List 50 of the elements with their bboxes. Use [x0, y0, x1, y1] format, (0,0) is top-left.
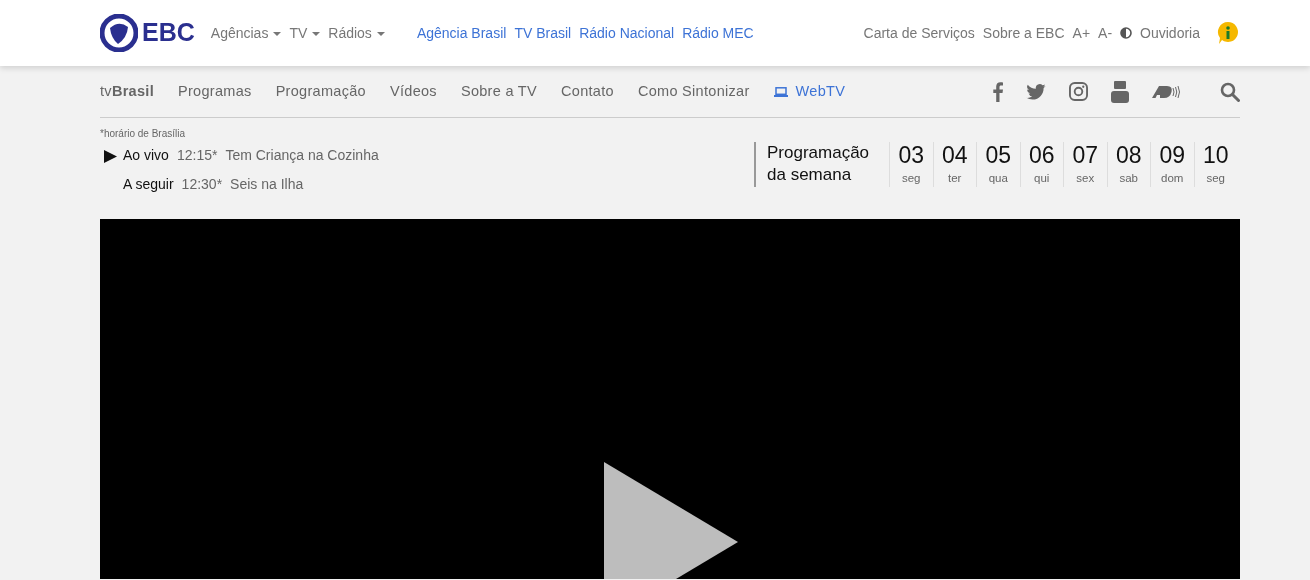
dropdown-menu-link[interactable]: TV — [289, 22, 321, 44]
header-link[interactable]: Carta de Serviços — [863, 22, 975, 44]
dropdown-menu-link[interactable]: Agências — [210, 22, 282, 44]
video-player[interactable] — [100, 219, 1240, 579]
play-icon[interactable] — [104, 149, 117, 163]
header-link[interactable]: Ouvidoria — [1140, 22, 1200, 44]
dropdown-menu-link[interactable]: Rádios — [328, 22, 385, 44]
site-link[interactable]: Rádio Nacional — [579, 22, 675, 44]
nav-link[interactable]: Como Sintonizar — [637, 80, 750, 103]
day-link[interactable]: 10 seg — [1193, 142, 1237, 187]
site-link[interactable]: Agência Brasil — [416, 22, 507, 44]
program-time: 12:15* — [176, 146, 218, 165]
nav-link[interactable]: Contato — [561, 80, 614, 103]
day-link[interactable]: 06 qui — [1019, 142, 1063, 187]
info-icon[interactable] — [1216, 21, 1240, 45]
instagram-icon[interactable] — [1069, 82, 1088, 101]
program-status: A seguir — [123, 175, 174, 194]
nav-link[interactable]: Programação — [275, 80, 366, 103]
day-link[interactable]: 09 dom — [1150, 142, 1194, 187]
header-link[interactable]: Sobre a EBC — [982, 22, 1065, 44]
week-schedule-title: Programação da semana — [754, 142, 889, 187]
program-time: 12:30* — [181, 175, 223, 194]
search-icon[interactable] — [1220, 81, 1240, 102]
program-title[interactable]: Tem Criança na Cozinha — [225, 145, 379, 166]
day-link[interactable]: 05 qua — [976, 142, 1020, 187]
video-platform-icon[interactable] — [1111, 80, 1129, 103]
timezone-note: *horário de Brasília — [100, 127, 187, 141]
header-link[interactable]: A+ — [1072, 22, 1091, 44]
program-status: Ao vivo — [123, 146, 169, 165]
channel-logo[interactable]: tvBrasil — [100, 80, 154, 103]
nav-link[interactable]: Sobre a TV — [460, 80, 537, 103]
logo-icon[interactable] — [100, 14, 138, 52]
day-link[interactable]: 08 sab — [1106, 142, 1150, 187]
logo-text[interactable]: EBC — [142, 14, 195, 52]
nav-link[interactable]: Programas — [178, 80, 252, 103]
header-link[interactable]: A- — [1098, 22, 1113, 44]
laptop-icon — [773, 86, 788, 97]
day-link[interactable]: 03 seg — [889, 142, 933, 187]
site-link[interactable]: Rádio MEC — [682, 22, 754, 44]
contrast-icon[interactable] — [1120, 27, 1133, 39]
day-link[interactable]: 07 sex — [1063, 142, 1107, 187]
nav-link[interactable]: Vídeos — [389, 80, 437, 103]
day-link[interactable]: 04 ter — [932, 142, 976, 187]
twitter-icon[interactable] — [1026, 83, 1046, 100]
site-link[interactable]: TV Brasil — [514, 22, 572, 44]
audio-description-icon[interactable] — [1152, 84, 1180, 99]
facebook-icon[interactable] — [993, 81, 1003, 102]
play-icon[interactable] — [604, 462, 738, 579]
nav-link[interactable]: WebTV — [773, 80, 846, 103]
program-title[interactable]: Seis na Ilha — [230, 174, 304, 195]
